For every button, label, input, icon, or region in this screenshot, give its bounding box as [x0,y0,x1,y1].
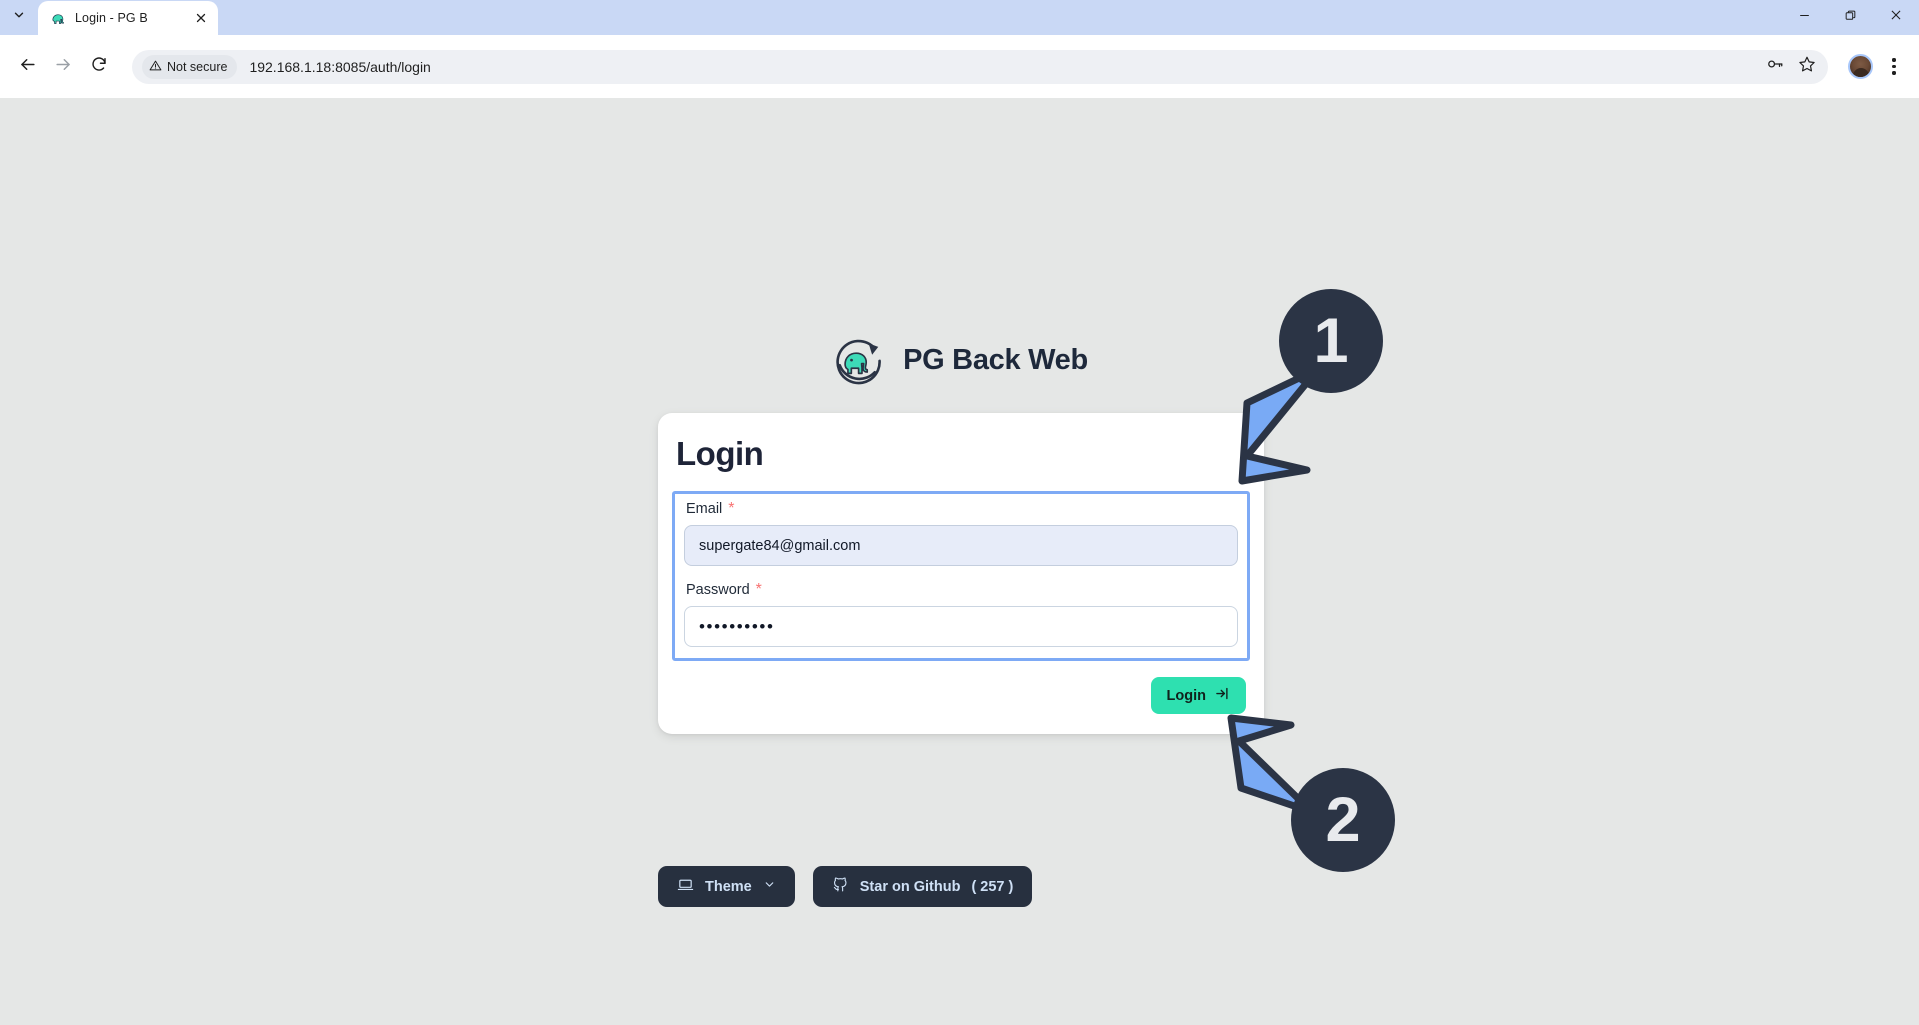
login-button-label: Login [1166,687,1206,704]
login-arrow-icon [1215,686,1230,705]
save-password-button[interactable] [1760,52,1790,82]
email-label: Email [686,501,723,517]
forward-arrow-icon [54,55,73,79]
login-card: Login Email * supergate84@gmail.com Pass… [658,413,1264,734]
card-actions: Login [675,661,1247,714]
bookmark-button[interactable] [1792,52,1822,82]
browser-window: Login - PG B Not secure 192.168.1.18:808… [0,0,1919,1025]
maximize-button[interactable] [1827,0,1873,35]
omnibox-actions [1760,52,1822,82]
github-button-label: Star on Github [859,878,961,895]
avatar[interactable] [1848,54,1873,79]
required-marker: * [728,500,735,517]
page-content: PG Back Web Login Email * supergate84@gm… [0,98,1919,1025]
brand-name: PG Back Web [903,343,1088,376]
tab-strip: Login - PG B [0,0,1919,35]
close-window-button[interactable] [1873,0,1919,35]
annotation-badge-2: 2 [1291,768,1395,872]
required-marker: * [755,581,762,598]
close-icon [1889,8,1903,27]
restore-icon [1844,9,1857,27]
security-label: Not secure [167,59,228,74]
password-label: Password [686,582,750,598]
minimize-icon [1798,9,1811,27]
url-text: 192.168.1.18:8085/auth/login [249,58,431,75]
reload-icon [90,55,108,78]
minimize-button[interactable] [1781,0,1827,35]
fields-highlight-region: Email * supergate84@gmail.com Password *… [672,491,1250,661]
email-label-row: Email * [684,500,1238,518]
elephant-favicon [50,10,67,27]
github-star-button[interactable]: Star on Github ( 257 ) [812,866,1033,907]
browser-tab[interactable]: Login - PG B [38,1,218,35]
annotation-badge-1: 1 [1279,289,1383,393]
browser-toolbar: Not secure 192.168.1.18:8085/auth/login [0,35,1919,98]
back-arrow-icon [18,55,37,79]
elephant-refresh-logo [831,332,887,388]
window-controls [1781,0,1919,35]
chevron-down-icon [12,8,26,27]
email-field-group: Email * supergate84@gmail.com [684,501,1238,566]
chevron-down-icon [763,878,776,895]
warning-triangle-icon [149,59,162,75]
brand-header: PG Back Web [0,332,1919,388]
star-icon [1798,55,1816,78]
page-title: Login [676,435,764,472]
laptop-icon [677,876,694,897]
theme-button-label: Theme [705,878,752,895]
password-label-row: Password * [684,581,1238,599]
github-icon [832,876,849,897]
tab-title: Login - PG B [75,11,148,25]
key-icon [1766,55,1784,78]
github-star-count: ( 257 ) [971,878,1014,895]
login-button[interactable]: Login [1150,677,1246,714]
password-field-group: Password * •••••••••• [684,582,1238,647]
reload-button[interactable] [82,50,116,84]
theme-button[interactable]: Theme [658,866,795,907]
forward-button[interactable] [46,50,80,84]
password-field[interactable]: •••••••••• [684,606,1238,647]
back-button[interactable] [10,50,44,84]
tab-search-button[interactable] [0,0,38,35]
close-icon[interactable] [192,9,210,27]
footer-buttons: Theme Star on Github ( 257 ) [658,866,1033,907]
email-field[interactable]: supergate84@gmail.com [684,525,1238,566]
address-bar[interactable]: Not secure 192.168.1.18:8085/auth/login [132,49,1828,84]
kebab-menu-icon[interactable] [1879,50,1909,84]
security-status[interactable]: Not secure [142,54,238,79]
